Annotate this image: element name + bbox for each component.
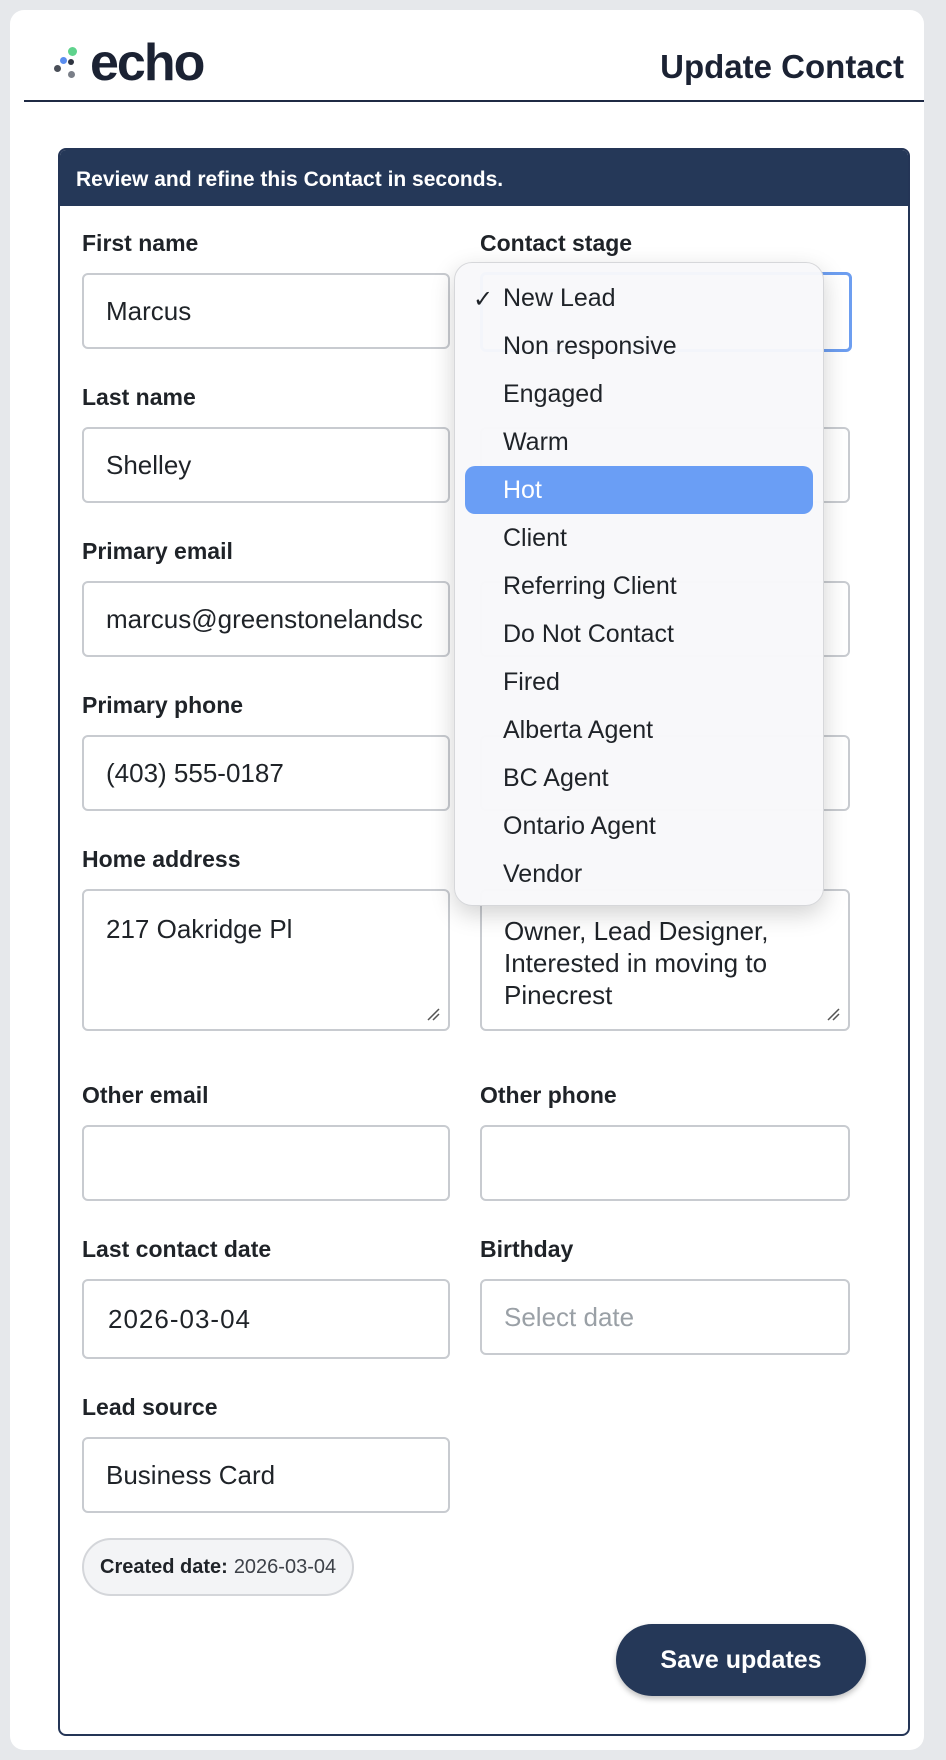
home-address-value: 217 Oakridge Pl <box>106 914 293 944</box>
home-address-label: Home address <box>82 846 241 872</box>
save-updates-button[interactable]: Save updates <box>616 1624 866 1696</box>
other-phone-input[interactable] <box>480 1125 850 1201</box>
resize-handle-icon[interactable] <box>826 1007 840 1021</box>
primary-phone-label: Primary phone <box>82 692 244 718</box>
last-contact-date-label: Last contact date <box>82 1236 272 1262</box>
option-label: BC Agent <box>503 763 609 792</box>
first-name-input[interactable]: Marcus <box>82 273 450 349</box>
last-name-label: Last name <box>82 384 196 410</box>
first-name-label: First name <box>82 230 199 256</box>
lead-source-input[interactable]: Business Card <box>82 1437 450 1513</box>
option-label: Hot <box>503 475 542 504</box>
contact-stage-dropdown[interactable]: ✓ New Lead Non responsive Engaged Warm H… <box>454 262 824 906</box>
panel-banner: Review and refine this Contact in second… <box>60 150 908 206</box>
created-date-label: Created date: <box>100 1555 228 1578</box>
option-new-lead[interactable]: ✓ New Lead <box>465 274 813 322</box>
option-ontario-agent[interactable]: Ontario Agent <box>465 802 813 850</box>
other-email-label: Other email <box>82 1082 209 1108</box>
resize-handle-icon[interactable] <box>426 1007 440 1021</box>
option-label: Referring Client <box>503 571 677 600</box>
primary-phone-input[interactable]: (403) 555-0187 <box>82 735 450 811</box>
option-warm[interactable]: Warm <box>465 418 813 466</box>
notes-value: Owner, Lead Designer, Interested in movi… <box>504 916 769 1010</box>
option-label: Engaged <box>503 379 604 408</box>
option-label: Warm <box>503 427 569 456</box>
option-engaged[interactable]: Engaged <box>465 370 813 418</box>
other-email-input[interactable] <box>82 1125 450 1201</box>
primary-email-input[interactable]: marcus@greenstonelandsc <box>82 581 450 657</box>
option-label: Do Not Contact <box>503 619 674 648</box>
option-do-not-contact[interactable]: Do Not Contact <box>465 610 813 658</box>
checkmark-icon: ✓ <box>473 286 494 313</box>
option-non-responsive[interactable]: Non responsive <box>465 322 813 370</box>
option-bc-agent[interactable]: BC Agent <box>465 754 813 802</box>
option-referring-client[interactable]: Referring Client <box>465 562 813 610</box>
option-label: New Lead <box>503 283 616 312</box>
birthday-label: Birthday <box>480 1236 574 1262</box>
option-client[interactable]: Client <box>465 514 813 562</box>
logo-dots-icon <box>54 43 86 83</box>
top-bar: echo Update Contact <box>24 10 924 102</box>
option-label: Non responsive <box>503 331 677 360</box>
option-alberta-agent[interactable]: Alberta Agent <box>465 706 813 754</box>
option-label: Fired <box>503 667 560 696</box>
notes-textarea[interactable]: Owner, Lead Designer, Interested in movi… <box>480 889 850 1031</box>
option-vendor[interactable]: Vendor <box>465 850 813 898</box>
option-label: Client <box>503 523 567 552</box>
option-label: Ontario Agent <box>503 811 656 840</box>
lead-source-label: Lead source <box>82 1394 218 1420</box>
birthday-input[interactable]: Select date <box>480 1279 850 1355</box>
echo-logo[interactable]: echo <box>54 34 205 92</box>
option-label: Vendor <box>503 859 583 888</box>
option-fired[interactable]: Fired <box>465 658 813 706</box>
other-phone-label: Other phone <box>480 1082 617 1108</box>
created-date-value: 2026-03-04 <box>233 1555 337 1578</box>
last-contact-date-input[interactable]: 2026-03-04 <box>82 1279 450 1359</box>
brand-name: echo <box>90 34 205 92</box>
contact-stage-label: Contact stage <box>480 230 633 256</box>
option-label: Alberta Agent <box>503 715 654 744</box>
primary-email-label: Primary email <box>82 538 233 564</box>
page-title: Update Contact <box>660 48 904 85</box>
home-address-textarea[interactable]: 217 Oakridge Pl <box>82 889 450 1031</box>
option-hot[interactable]: Hot <box>465 466 813 514</box>
last-name-input[interactable]: Shelley <box>82 427 450 503</box>
created-date-badge: Created date: 2026-03-04 <box>82 1538 355 1596</box>
